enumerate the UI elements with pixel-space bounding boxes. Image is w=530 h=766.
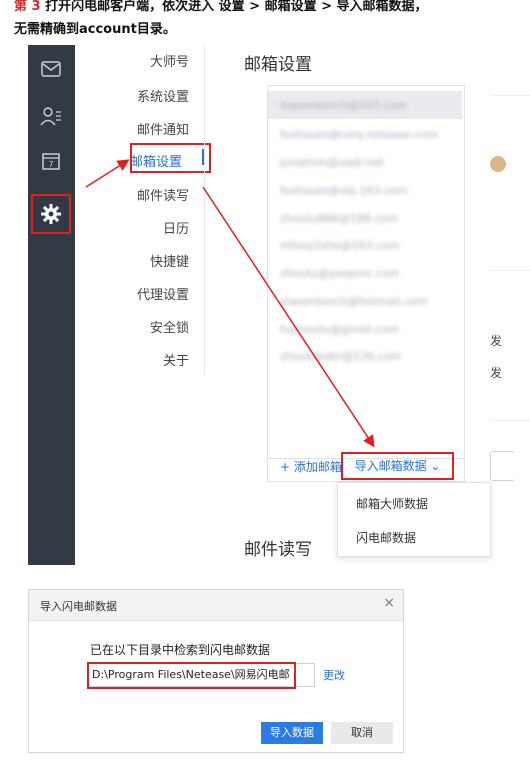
highlight-box-path [87, 662, 296, 689]
intro-instruction: 打开闪电邮客户端，依次进入 设置 > 邮箱设置 > 导入邮箱数据， [45, 0, 428, 14]
dialog-info-text: 已在以下目录中检索到闪电邮数据 [90, 643, 271, 657]
import-data-button[interactable]: 导入数据 [261, 722, 323, 744]
import-dialog: 导入闪电邮数据 × 已在以下目录中检索到闪电邮数据 D:\Program Fil… [28, 589, 404, 753]
settings-screenshot: 7 大师号 系统设置 邮件通知 邮箱设置 邮件读写 日历 快捷键 代理设置 安全… [28, 45, 530, 565]
annotation-arrows [85, 159, 375, 448]
intro-step-label: 第 3 [14, 0, 46, 14]
intro-note: 无需精确到account目录。 [14, 22, 176, 37]
close-icon[interactable]: × [383, 595, 395, 611]
dialog-header: 导入闪电邮数据 × [29, 590, 403, 621]
intro-line: 第 3 打开闪电邮客户端，依次进入 设置 > 邮箱设置 > 导入邮箱数据， [14, 0, 428, 14]
dialog-title: 导入闪电邮数据 [40, 600, 117, 613]
cancel-button[interactable]: 取消 [331, 722, 393, 744]
change-path-link[interactable]: 更改 [323, 667, 345, 683]
